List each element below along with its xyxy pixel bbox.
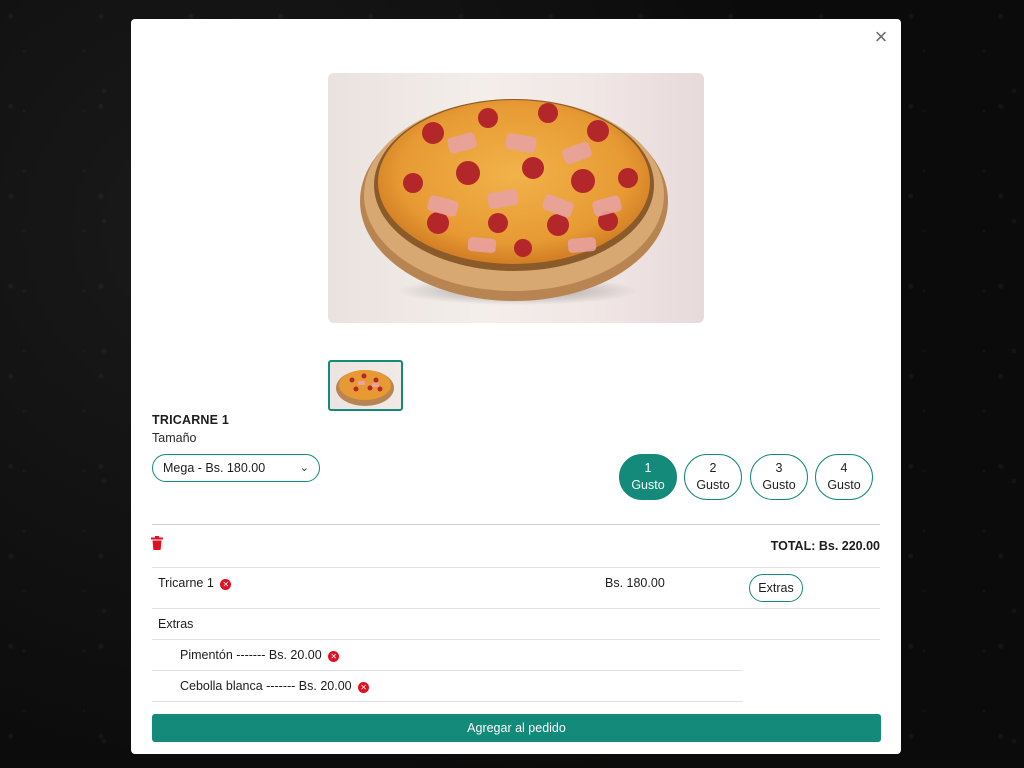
gusto-number: 1	[644, 461, 652, 475]
extra-item-label: Pimentón ------- Bs. 20.00	[180, 648, 322, 662]
order-total: TOTAL: Bs. 220.00	[770, 539, 880, 553]
size-label: Tamaño	[152, 431, 197, 445]
extras-header: Extras	[158, 617, 194, 631]
gusto-option-3[interactable]: 3 Gusto	[750, 454, 808, 500]
remove-extra-icon[interactable]: ✕	[358, 682, 370, 693]
size-select-value: Mega - Bs. 180.00	[163, 461, 266, 475]
chevron-down-icon: ⌄	[299, 462, 309, 474]
extra-item: Cebolla blanca ------- Bs. 20.00 ✕	[180, 679, 370, 693]
gusto-option-2[interactable]: 2 Gusto	[684, 454, 742, 500]
gusto-label: Gusto	[696, 478, 730, 492]
row-divider	[152, 701, 743, 702]
gusto-label: Gusto	[762, 478, 796, 492]
order-item: Tricarne 1 ✕	[158, 576, 232, 590]
pizza-thumbnail[interactable]	[328, 360, 403, 411]
gusto-number: 3	[775, 461, 783, 475]
gusto-number: 4	[840, 461, 848, 475]
gusto-label: Gusto	[827, 478, 861, 492]
remove-item-icon[interactable]: ✕	[220, 579, 232, 590]
order-item-name: Tricarne 1	[158, 576, 214, 590]
extra-item: Pimentón ------- Bs. 20.00 ✕	[180, 648, 340, 662]
row-divider	[152, 670, 743, 671]
product-modal: × TRICARNE 1 Tamaño Mega - Bs. 180.00 ⌄ …	[131, 19, 901, 754]
extra-item-label: Cebolla blanca ------- Bs. 20.00	[180, 679, 352, 693]
row-divider	[152, 567, 880, 568]
remove-extra-icon[interactable]: ✕	[328, 651, 340, 662]
row-divider	[152, 639, 880, 640]
gusto-label: Gusto	[631, 478, 665, 492]
add-to-order-button[interactable]: Agregar al pedido	[152, 714, 881, 742]
extras-button[interactable]: Extras	[749, 574, 803, 602]
order-item-price: Bs. 180.00	[605, 576, 665, 590]
product-name: TRICARNE 1	[152, 413, 230, 427]
close-icon[interactable]: ×	[869, 25, 893, 49]
row-divider	[152, 608, 880, 609]
section-divider	[152, 524, 880, 525]
gusto-option-4[interactable]: 4 Gusto	[815, 454, 873, 500]
size-select[interactable]: Mega - Bs. 180.00 ⌄	[152, 454, 320, 482]
pizza-main-image	[328, 73, 704, 323]
trash-icon[interactable]	[151, 536, 163, 550]
gusto-number: 2	[709, 461, 717, 475]
gusto-option-1[interactable]: 1 Gusto	[619, 454, 677, 500]
